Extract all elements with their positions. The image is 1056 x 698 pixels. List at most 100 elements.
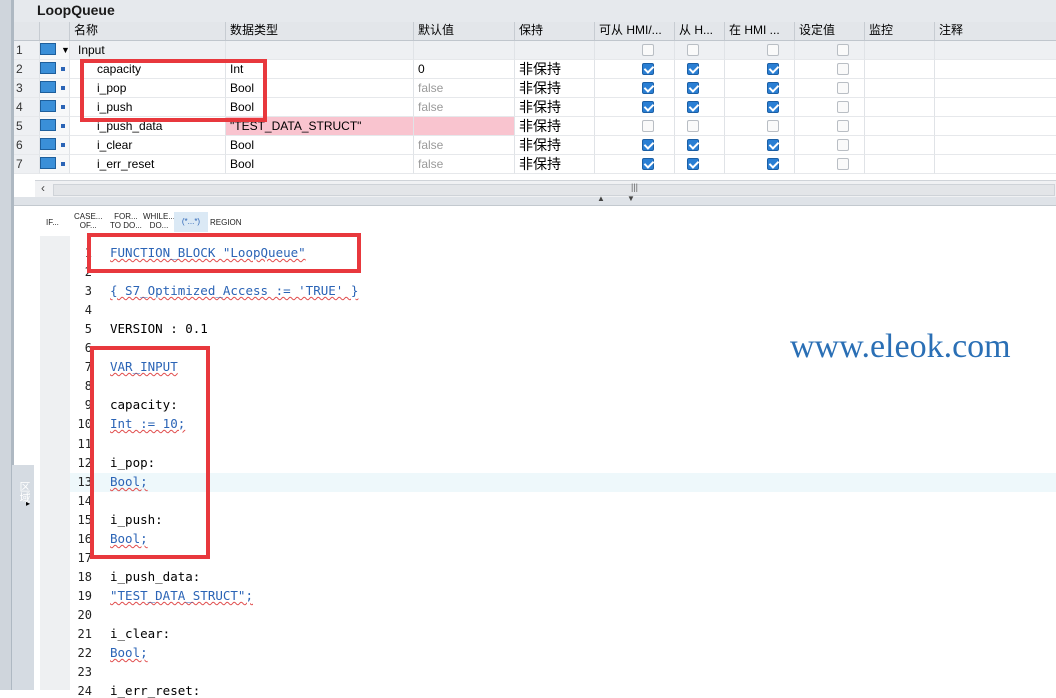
line-number: 19	[77, 589, 92, 603]
code-line[interactable]: "TEST_DATA_STRUCT";	[110, 588, 253, 603]
scrollbar-thumb[interactable]: |||	[53, 182, 1055, 196]
cell-setpoint-checkbox	[795, 60, 865, 79]
input-param-icon	[40, 81, 56, 93]
cell-retain[interactable]	[515, 41, 595, 60]
cell-comment[interactable]	[935, 79, 1056, 98]
watermark: www.eleok.com	[790, 328, 1011, 365]
hmi-visible-checkbox[interactable]	[767, 63, 779, 75]
input-param-icon	[40, 119, 56, 131]
hmi-visible-checkbox[interactable]	[767, 82, 779, 94]
hmi-write-checkbox[interactable]	[687, 63, 699, 75]
setpoint-checkbox[interactable]	[837, 158, 849, 170]
cell-name[interactable]: i_err_reset	[70, 155, 226, 174]
code-line[interactable]: i_clear:	[110, 626, 170, 641]
scroll-left-icon[interactable]: ‹	[41, 181, 45, 195]
annotation-box-var-input	[90, 346, 210, 559]
case-button[interactable]: CASE... OF...	[74, 212, 102, 230]
cell-name[interactable]: i_clear	[70, 136, 226, 155]
cell-comment[interactable]	[935, 41, 1056, 60]
cell-hmi-write-checkbox	[675, 136, 725, 155]
code-line[interactable]: VERSION : 0.1	[110, 321, 208, 336]
hmi-visible-checkbox[interactable]	[767, 44, 779, 56]
hmi-access-checkbox[interactable]	[642, 158, 654, 170]
cell-comment[interactable]	[935, 98, 1056, 117]
hmi-write-checkbox[interactable]	[687, 139, 699, 151]
cell-datatype[interactable]	[226, 41, 414, 60]
header-name[interactable]: 名称	[70, 22, 226, 40]
cell-retain[interactable]: 非保持	[515, 155, 595, 174]
region-button[interactable]: REGION	[210, 218, 242, 227]
hmi-visible-checkbox[interactable]	[767, 120, 779, 132]
cell-default[interactable]: false	[414, 98, 515, 117]
cell-comment[interactable]	[935, 155, 1056, 174]
cell-comment[interactable]	[935, 60, 1056, 79]
header-hmi-write[interactable]: 从 H...	[675, 22, 725, 40]
hmi-write-checkbox[interactable]	[687, 120, 699, 132]
split-divider[interactable]: ▲ ▼	[14, 194, 1056, 206]
cell-datatype[interactable]: Bool	[226, 155, 414, 174]
cell-name[interactable]: Input	[70, 41, 226, 60]
expand-down-icon[interactable]: ▼	[627, 194, 635, 203]
header-monitor[interactable]: 监控	[865, 22, 935, 40]
expand-arrow-icon[interactable]: ▼	[61, 41, 69, 59]
region-side-panel[interactable]: 区域 ▸	[12, 465, 34, 690]
cell-default[interactable]: false	[414, 79, 515, 98]
cell-retain[interactable]: 非保持	[515, 136, 595, 155]
table-row[interactable]: 1 ▼ Input	[14, 41, 1056, 60]
code-line[interactable]: Bool;	[110, 645, 148, 660]
hmi-access-checkbox[interactable]	[642, 44, 654, 56]
cell-default[interactable]: 0	[414, 60, 515, 79]
input-param-icon	[40, 100, 56, 112]
current-line-highlight	[70, 473, 1056, 492]
setpoint-checkbox[interactable]	[837, 44, 849, 56]
hmi-access-checkbox[interactable]	[642, 139, 654, 151]
cell-retain[interactable]: 非保持	[515, 60, 595, 79]
hmi-write-checkbox[interactable]	[687, 158, 699, 170]
table-row[interactable]: 6 i_clear Bool false 非保持	[14, 136, 1056, 155]
hmi-visible-checkbox[interactable]	[767, 139, 779, 151]
setpoint-checkbox[interactable]	[837, 139, 849, 151]
hmi-visible-checkbox[interactable]	[767, 101, 779, 113]
while-button[interactable]: WHILE... DO...	[143, 212, 175, 230]
header-hmi-visible[interactable]: 在 HMI ...	[725, 22, 795, 40]
hmi-visible-checkbox[interactable]	[767, 158, 779, 170]
hmi-access-checkbox[interactable]	[642, 63, 654, 75]
cell-retain[interactable]: 非保持	[515, 117, 595, 136]
code-line[interactable]: i_push_data:	[110, 569, 200, 584]
header-hmi-access[interactable]: 可从 HMI/...	[595, 22, 675, 40]
hmi-access-checkbox[interactable]	[642, 82, 654, 94]
cell-datatype[interactable]: Bool	[226, 136, 414, 155]
cell-retain[interactable]: 非保持	[515, 98, 595, 117]
cell-default[interactable]	[414, 117, 515, 136]
header-retain[interactable]: 保持	[515, 22, 595, 40]
setpoint-checkbox[interactable]	[837, 63, 849, 75]
hmi-write-checkbox[interactable]	[687, 44, 699, 56]
hmi-write-checkbox[interactable]	[687, 101, 699, 113]
cell-default[interactable]: false	[414, 136, 515, 155]
hmi-write-checkbox[interactable]	[687, 82, 699, 94]
header-comment[interactable]: 注释	[935, 22, 1056, 40]
if-button[interactable]: IF...	[46, 218, 59, 227]
code-line[interactable]: { S7_Optimized_Access := 'TRUE' }	[110, 283, 358, 298]
for-button[interactable]: FOR... TO DO...	[110, 212, 142, 230]
header-setpoint[interactable]: 设定值	[795, 22, 865, 40]
code-line[interactable]: i_err_reset:	[110, 683, 200, 698]
hmi-access-checkbox[interactable]	[642, 120, 654, 132]
hmi-access-checkbox[interactable]	[642, 101, 654, 113]
side-arrow-icon[interactable]: ▸	[26, 499, 30, 508]
cell-retain[interactable]: 非保持	[515, 79, 595, 98]
cell-comment[interactable]	[935, 136, 1056, 155]
header-default[interactable]: 默认值	[414, 22, 515, 40]
comment-button[interactable]: (*...*)	[174, 212, 208, 232]
header-datatype[interactable]: 数据类型	[226, 22, 414, 40]
setpoint-checkbox[interactable]	[837, 101, 849, 113]
setpoint-checkbox[interactable]	[837, 120, 849, 132]
cell-setpoint-checkbox	[795, 155, 865, 174]
setpoint-checkbox[interactable]	[837, 82, 849, 94]
cell-default[interactable]: false	[414, 155, 515, 174]
horizontal-scrollbar[interactable]: ‹ |||	[35, 180, 1056, 198]
cell-default[interactable]	[414, 41, 515, 60]
table-row[interactable]: 7 i_err_reset Bool false 非保持	[14, 155, 1056, 174]
collapse-up-icon[interactable]: ▲	[597, 194, 605, 203]
cell-comment[interactable]	[935, 117, 1056, 136]
